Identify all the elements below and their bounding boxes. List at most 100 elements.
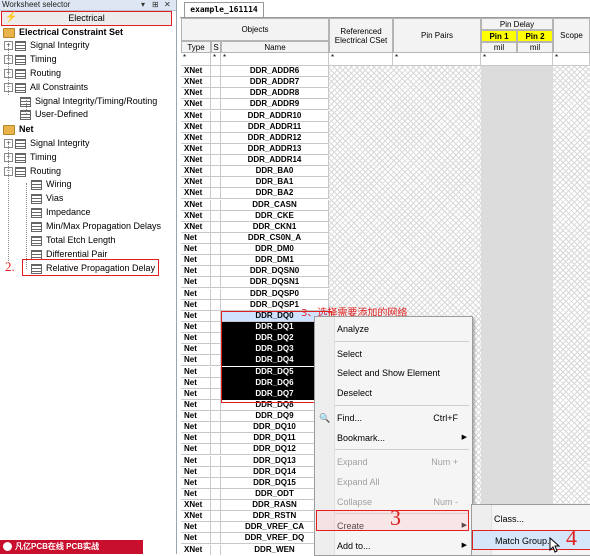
row-s-cell[interactable]: [211, 444, 221, 456]
tree-item[interactable]: Signal Integrity/Timing/Routing: [20, 95, 157, 108]
row-s-cell[interactable]: [211, 299, 221, 311]
row-s-cell[interactable]: [211, 310, 221, 322]
filter-cell[interactable]: *: [221, 53, 329, 66]
row-name-cell[interactable]: DDR_ADDR7: [221, 77, 329, 89]
row-s-cell[interactable]: [211, 88, 221, 100]
deselect-menu-item[interactable]: Deselect: [315, 383, 472, 403]
row-type-cell[interactable]: XNet: [181, 143, 211, 155]
row-type-cell[interactable]: Net: [181, 288, 211, 300]
row-s-cell[interactable]: [211, 277, 221, 289]
tree-item[interactable]: + Timing: [4, 53, 57, 66]
row-s-cell[interactable]: [211, 143, 221, 155]
row-s-cell[interactable]: [211, 388, 221, 400]
row-s-cell[interactable]: [211, 266, 221, 278]
add-to-menu-item[interactable]: Add to... ▶: [315, 536, 472, 556]
row-type-cell[interactable]: XNet: [181, 511, 211, 523]
type-header[interactable]: Type: [181, 41, 211, 53]
row-s-cell[interactable]: [211, 210, 221, 222]
row-s-cell[interactable]: [211, 344, 221, 356]
expand-menu-item[interactable]: Expand Num +: [315, 452, 472, 472]
expand-all-menu-item[interactable]: Expand All: [315, 472, 472, 492]
row-type-cell[interactable]: Net: [181, 488, 211, 500]
row-type-cell[interactable]: Net: [181, 333, 211, 345]
row-name-cell[interactable]: DDR_DQSP0: [221, 288, 329, 300]
row-type-cell[interactable]: XNet: [181, 99, 211, 111]
row-type-cell[interactable]: XNet: [181, 166, 211, 178]
row-type-cell[interactable]: Net: [181, 522, 211, 534]
tree-item[interactable]: − All Constraints: [4, 81, 88, 94]
row-name-cell[interactable]: DDR_RASN: [221, 500, 329, 512]
tree-item[interactable]: Impedance: [31, 206, 91, 219]
pin2-header[interactable]: Pin 2: [517, 30, 553, 42]
row-type-cell[interactable]: XNet: [181, 188, 211, 200]
find-menu-item[interactable]: 🔍 Find... Ctrl+F: [315, 408, 472, 428]
row-s-cell[interactable]: [211, 321, 221, 333]
tree-item[interactable]: Min/Max Propagation Delays: [31, 220, 161, 233]
row-name-cell[interactable]: DDR_ODT: [221, 488, 329, 500]
row-type-cell[interactable]: Net: [181, 266, 211, 278]
row-name-cell[interactable]: DDR_RSTN: [221, 511, 329, 523]
row-s-cell[interactable]: [211, 500, 221, 512]
row-s-cell[interactable]: [211, 66, 221, 77]
row-s-cell[interactable]: [211, 511, 221, 523]
row-type-cell[interactable]: XNet: [181, 500, 211, 512]
tree-item[interactable]: + Signal Integrity: [4, 137, 90, 150]
row-name-cell[interactable]: DDR_DQ12: [221, 444, 329, 456]
row-type-cell[interactable]: XNet: [181, 210, 211, 222]
row-s-cell[interactable]: [211, 522, 221, 534]
row-type-cell[interactable]: Net: [181, 444, 211, 456]
row-s-cell[interactable]: [211, 377, 221, 389]
row-type-cell[interactable]: Net: [181, 533, 211, 545]
tree-item[interactable]: + Signal Integrity: [4, 39, 90, 52]
row-type-cell[interactable]: XNet: [181, 199, 211, 211]
pin-icon[interactable]: ⊞: [152, 0, 159, 10]
row-type-cell[interactable]: XNet: [181, 221, 211, 233]
row-name-cell[interactable]: DDR_CS0N_A: [221, 232, 329, 244]
name-header[interactable]: Name: [221, 41, 329, 53]
row-type-cell[interactable]: Net: [181, 277, 211, 289]
row-s-cell[interactable]: [211, 99, 221, 111]
row-name-cell[interactable]: DDR_DQ15: [221, 477, 329, 489]
row-type-cell[interactable]: XNet: [181, 132, 211, 144]
row-name-cell[interactable]: DDR_CKE: [221, 210, 329, 222]
row-s-cell[interactable]: [211, 366, 221, 378]
row-name-cell[interactable]: DDR_DQ10: [221, 422, 329, 434]
row-s-cell[interactable]: [211, 77, 221, 89]
scope-header[interactable]: Scope: [553, 18, 590, 53]
row-name-cell[interactable]: DDR_CKN1: [221, 221, 329, 233]
tree-item[interactable]: Wiring: [31, 178, 72, 191]
row-s-cell[interactable]: [211, 422, 221, 434]
row-name-cell[interactable]: DDR_DM1: [221, 255, 329, 267]
tree-item[interactable]: Electrical Constraint Set: [3, 26, 123, 39]
row-type-cell[interactable]: Net: [181, 299, 211, 311]
row-name-cell[interactable]: DDR_BA0: [221, 166, 329, 178]
tree-item[interactable]: Vias: [31, 192, 63, 205]
row-s-cell[interactable]: [211, 199, 221, 211]
ref-cset-header[interactable]: Referenced Electrical CSet: [329, 18, 393, 53]
row-s-cell[interactable]: [211, 399, 221, 411]
row-s-cell[interactable]: [211, 477, 221, 489]
row-type-cell[interactable]: Net: [181, 433, 211, 445]
s-header[interactable]: S: [211, 41, 221, 53]
row-type-cell[interactable]: XNet: [181, 177, 211, 189]
row-type-cell[interactable]: Net: [181, 232, 211, 244]
bookmark-menu-item[interactable]: Bookmark... ▶: [315, 428, 472, 448]
row-name-cell[interactable]: DDR_WEN: [221, 544, 329, 555]
tab-example-161114[interactable]: example_161114: [184, 2, 264, 17]
filter-cell[interactable]: *: [181, 53, 211, 66]
row-type-cell[interactable]: Net: [181, 388, 211, 400]
row-name-cell[interactable]: DDR_ADDR14: [221, 155, 329, 167]
row-name-cell[interactable]: DDR_ADDR11: [221, 121, 329, 133]
row-type-cell[interactable]: Net: [181, 411, 211, 423]
filter-cell[interactable]: *: [211, 53, 221, 66]
row-type-cell[interactable]: XNet: [181, 77, 211, 89]
tree-item[interactable]: Total Etch Length: [31, 234, 116, 247]
row-s-cell[interactable]: [211, 155, 221, 167]
row-name-cell[interactable]: DDR_ADDR12: [221, 132, 329, 144]
row-name-cell[interactable]: DDR_ADDR8: [221, 88, 329, 100]
row-s-cell[interactable]: [211, 244, 221, 256]
close-icon[interactable]: ✕: [164, 0, 171, 10]
row-s-cell[interactable]: [211, 455, 221, 467]
row-type-cell[interactable]: Net: [181, 377, 211, 389]
row-name-cell[interactable]: DDR_BA2: [221, 188, 329, 200]
